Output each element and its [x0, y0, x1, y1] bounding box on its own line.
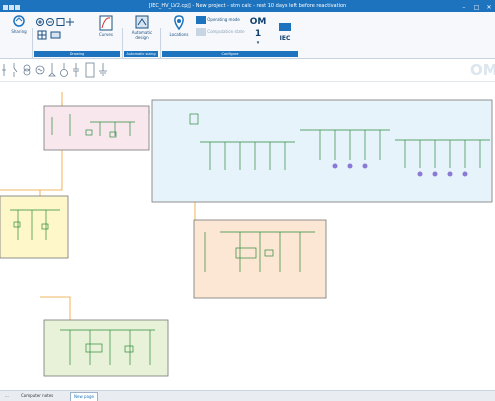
tab-computer-notes[interactable]: Computer notes [18, 392, 56, 400]
zoom-out-icon[interactable] [46, 18, 54, 26]
transformer-symbol-icon[interactable] [23, 64, 31, 76]
zoom-tools [35, 17, 85, 43]
ribbon-toolbar: Sharing Curves Automatic design Location… [0, 12, 495, 59]
zoom-in-icon[interactable] [36, 18, 44, 26]
panel-distribution-yellow[interactable] [0, 195, 69, 259]
panel-distribution-orange[interactable] [193, 219, 327, 299]
diagram-canvas[interactable] [0, 82, 495, 390]
minimize-icon[interactable]: – [460, 4, 468, 11]
standard-flag-icon [279, 23, 291, 31]
print-icon[interactable] [50, 31, 61, 39]
panel-main-switchboard[interactable] [151, 99, 493, 203]
computation-state-icon [196, 28, 206, 36]
window-title: [IEC_HV_LV2.cpj] - New project - stm cal… [148, 3, 347, 9]
iec-label: IEC [279, 35, 291, 42]
tab-overflow[interactable]: ... [2, 392, 12, 400]
title-bar: [IEC_HV_LV2.cpj] - New project - stm cal… [0, 0, 495, 12]
standard-selector[interactable]: IEC [274, 16, 296, 42]
curves-button[interactable]: Curves [95, 15, 117, 37]
motor-symbol-icon[interactable] [60, 63, 68, 77]
operating-mode-icon [196, 16, 206, 24]
locations-button[interactable]: Locations [166, 15, 192, 37]
maximize-icon[interactable]: □ [472, 4, 480, 11]
location-pin-icon [174, 15, 184, 31]
breaker-symbol-icon[interactable] [13, 63, 18, 77]
page-tab-bar: ... Computer notes New page [0, 390, 495, 401]
load-symbol-icon[interactable] [48, 63, 56, 77]
symbol-palette: OM [0, 59, 495, 82]
panel-distribution-green[interactable] [43, 319, 169, 377]
group-label-configure: Configure [162, 51, 298, 57]
om-label: OM 1 [249, 17, 267, 39]
sharing-icon [13, 15, 25, 27]
generator-symbol-icon[interactable] [35, 65, 45, 75]
grid-icon[interactable] [37, 30, 47, 40]
automatic-design-button[interactable]: Automatic design [128, 15, 156, 40]
ribbon-separator [32, 28, 33, 58]
watermark-logo: OM [470, 61, 495, 79]
pan-icon[interactable] [66, 18, 74, 26]
operating-mode-button[interactable]: Operating mode [196, 16, 246, 24]
earth-symbol-icon[interactable] [99, 63, 107, 76]
group-label-automatic-sizing: Automatic sizing [124, 51, 158, 57]
capacitor-symbol-icon[interactable] [73, 63, 79, 77]
sharing-button[interactable]: Sharing [8, 14, 30, 34]
computation-state-button[interactable]: Computation state [196, 28, 246, 36]
ribbon-separator [160, 28, 161, 58]
panel-source[interactable] [43, 105, 150, 151]
group-label-drawing: Drawing [34, 51, 120, 57]
zoom-fit-icon[interactable] [56, 18, 65, 26]
cable-symbol-icon[interactable] [85, 62, 95, 78]
chevron-down-icon: ▾ [256, 40, 260, 46]
operating-mode-selector[interactable]: OM 1 ▾ [246, 16, 270, 46]
automatic-design-icon [135, 15, 149, 29]
curves-icon [99, 15, 113, 31]
ribbon-separator [122, 28, 123, 58]
busbar-symbol-icon[interactable] [2, 64, 6, 76]
close-icon[interactable]: ✕ [485, 4, 493, 11]
